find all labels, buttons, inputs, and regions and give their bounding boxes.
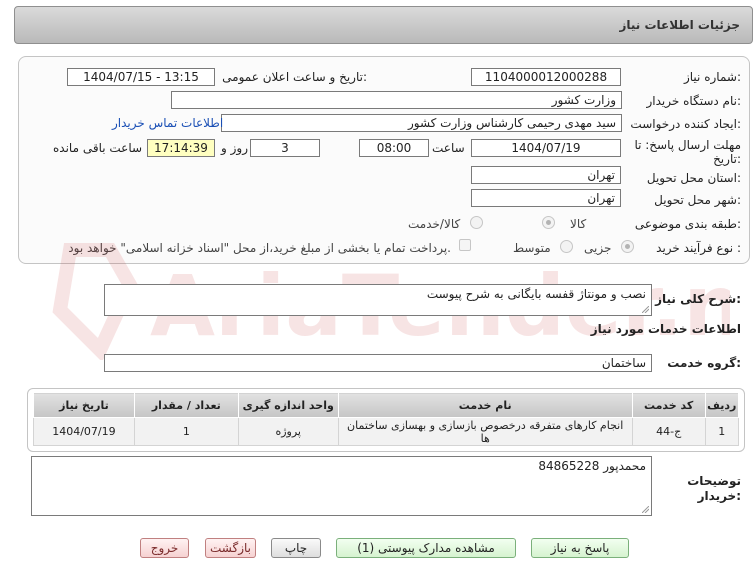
cell-name: انجام کارهای متفرقه درخصوص بازسازی و بهس…	[337, 417, 633, 446]
announce-date-field[interactable]: 1404/07/15 - 13:15	[67, 68, 215, 86]
page-header-bar: جزئیات اطلاعات نیاز	[14, 6, 753, 44]
col-row: ردیف	[704, 392, 740, 418]
process-medium-radio[interactable]	[560, 240, 573, 253]
view-attachments-button[interactable]: مشاهده مدارک پیوستی (1)	[336, 538, 516, 558]
deadline-time-label: ساعت	[432, 141, 465, 155]
service-group-label: گروه خدمت:	[667, 356, 741, 370]
buyer-org-label: نام دستگاه خریدار:	[646, 94, 742, 108]
resize-grip-icon[interactable]	[642, 506, 649, 513]
need-info-panel	[18, 56, 750, 264]
remaining-time-label: ساعت باقی مانده	[53, 141, 143, 155]
treasury-payment-note: پرداخت تمام یا بخشی از مبلغ خرید،از محل …	[68, 241, 451, 255]
cell-qty: 1	[133, 417, 239, 446]
description-label: شرح کلی نیاز:	[655, 292, 741, 306]
col-code: کد خدمت	[631, 392, 706, 418]
buyer-notes-text: 84865228 محمدپور	[538, 459, 646, 473]
category-goods-service-radio[interactable]	[470, 216, 483, 229]
description-text: نصب و مونتاژ قفسه بایگانی به شرح پیوست	[426, 287, 646, 301]
description-textarea[interactable]: نصب و مونتاژ قفسه بایگانی به شرح پیوست	[104, 284, 652, 316]
remaining-time-field[interactable]: 17:14:39	[147, 139, 215, 157]
cell-date: 1404/07/19	[33, 417, 135, 446]
service-group-field[interactable]: ساختمان	[104, 354, 652, 372]
deadline-time-field[interactable]: 08:00	[359, 139, 429, 157]
announce-date-label: تاریخ و ساعت اعلان عمومی:	[222, 70, 367, 84]
buyer-notes-label-2: خریدار:	[697, 489, 741, 503]
creator-field[interactable]: سید مهدی رحیمی کارشناس وزارت کشور	[221, 114, 622, 132]
process-minor-label: جزیی	[584, 241, 612, 255]
need-number-label: شماره نیاز:	[683, 70, 741, 84]
buyer-notes-label: توضیحات	[687, 474, 741, 488]
reply-button[interactable]: پاسخ به نیاز	[531, 538, 629, 558]
col-name: نام خدمت	[337, 392, 633, 418]
col-qty: تعداد / مقدار	[133, 392, 239, 418]
process-minor-radio[interactable]	[621, 240, 634, 253]
treasury-payment-checkbox[interactable]	[459, 239, 471, 251]
services-section-title: اطلاعات خدمات مورد نیاز	[590, 322, 741, 336]
col-unit: واحد اندازه گیری	[237, 392, 339, 418]
city-label: شهر محل تحویل:	[654, 193, 741, 207]
buyer-notes-textarea[interactable]: 84865228 محمدپور	[31, 456, 652, 516]
services-table: ردیف کد خدمت نام خدمت واحد اندازه گیری ت…	[33, 392, 740, 446]
province-label: استان محل تحویل:	[646, 171, 741, 185]
creator-label: ایجاد کننده درخواست:	[630, 117, 741, 131]
print-button[interactable]: چاپ	[271, 538, 321, 558]
col-date: تاریخ نیاز	[33, 392, 135, 418]
process-type-label: نوع فرآیند خرید :	[656, 241, 741, 255]
days-remaining-field[interactable]: 3	[250, 139, 320, 157]
category-label: طبقه بندی موضوعی:	[634, 217, 741, 231]
resize-grip-icon[interactable]	[642, 306, 649, 313]
table-row: 1 ج-44 انجام کارهای متفرقه درخصوص بازساز…	[33, 417, 740, 446]
days-label: روز و	[221, 141, 248, 155]
category-goods-service-label: کالا/خدمت	[408, 217, 461, 231]
cell-row: 1	[704, 417, 740, 446]
back-button[interactable]: بازگشت	[205, 538, 256, 558]
category-goods-label: کالا	[570, 217, 587, 231]
need-number-field[interactable]: 1104000012000288	[471, 68, 621, 86]
services-table-header: ردیف کد خدمت نام خدمت واحد اندازه گیری ت…	[33, 392, 740, 418]
buyer-org-field[interactable]: وزارت کشور	[171, 91, 622, 109]
category-goods-radio[interactable]	[542, 216, 555, 229]
deadline-date-field[interactable]: 1404/07/19	[471, 139, 621, 157]
deadline-label: مهلت ارسال پاسخ: تا	[634, 138, 741, 152]
city-field[interactable]: تهران	[471, 189, 621, 207]
cell-unit: پروژه	[237, 417, 339, 446]
exit-button[interactable]: خروج	[140, 538, 189, 558]
process-medium-label: متوسط	[513, 241, 551, 255]
cell-code: ج-44	[631, 417, 706, 446]
page-title: جزئیات اطلاعات نیاز	[619, 18, 740, 32]
province-field[interactable]: تهران	[471, 166, 621, 184]
deadline-label-date: تاریخ:	[713, 152, 741, 166]
contact-info-link[interactable]: اطلاعات تماس خریدار	[112, 116, 223, 130]
